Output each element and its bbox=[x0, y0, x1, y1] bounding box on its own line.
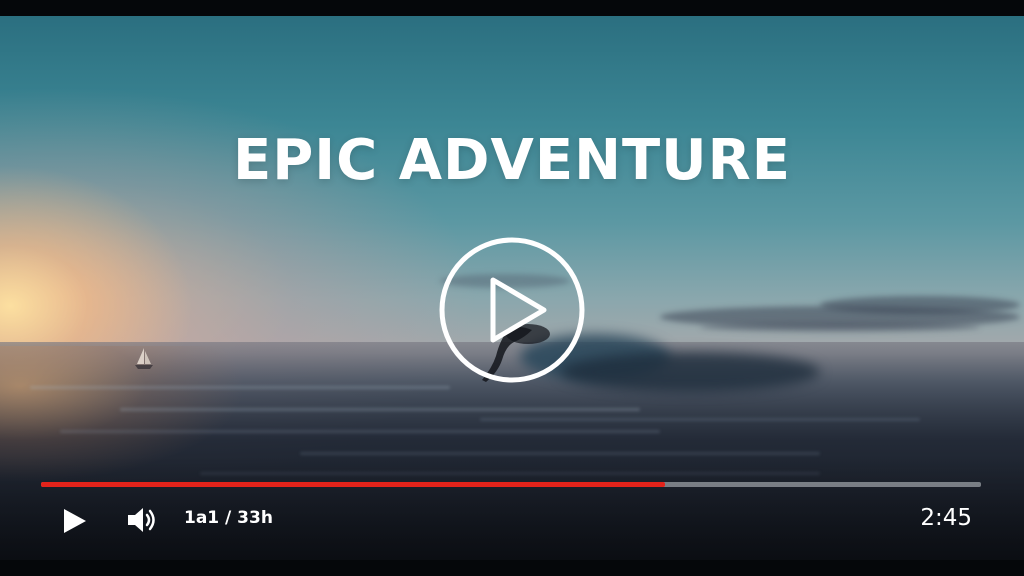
video-player: EPIC ADVENTURE 1a1 / 33h 2:45 bbox=[0, 0, 1024, 576]
progress-bar[interactable] bbox=[41, 482, 981, 487]
duration-label: 2:45 bbox=[920, 505, 972, 531]
time-readout: 1a1 / 33h bbox=[184, 508, 273, 528]
motion-streak bbox=[480, 418, 920, 421]
volume-icon[interactable] bbox=[126, 504, 160, 536]
motion-streak bbox=[30, 386, 450, 389]
motion-streak bbox=[60, 430, 660, 433]
cloud bbox=[820, 296, 1020, 314]
cloud bbox=[700, 322, 980, 332]
motion-streak bbox=[300, 452, 820, 455]
wave bbox=[560, 352, 820, 392]
sailboat-icon bbox=[135, 348, 153, 369]
video-frame[interactable]: EPIC ADVENTURE bbox=[0, 16, 1024, 560]
video-title: EPIC ADVENTURE bbox=[232, 128, 792, 193]
motion-streak bbox=[120, 408, 640, 411]
progress-played bbox=[41, 482, 666, 487]
big-play-button[interactable] bbox=[438, 236, 586, 384]
play-icon[interactable] bbox=[60, 506, 90, 536]
